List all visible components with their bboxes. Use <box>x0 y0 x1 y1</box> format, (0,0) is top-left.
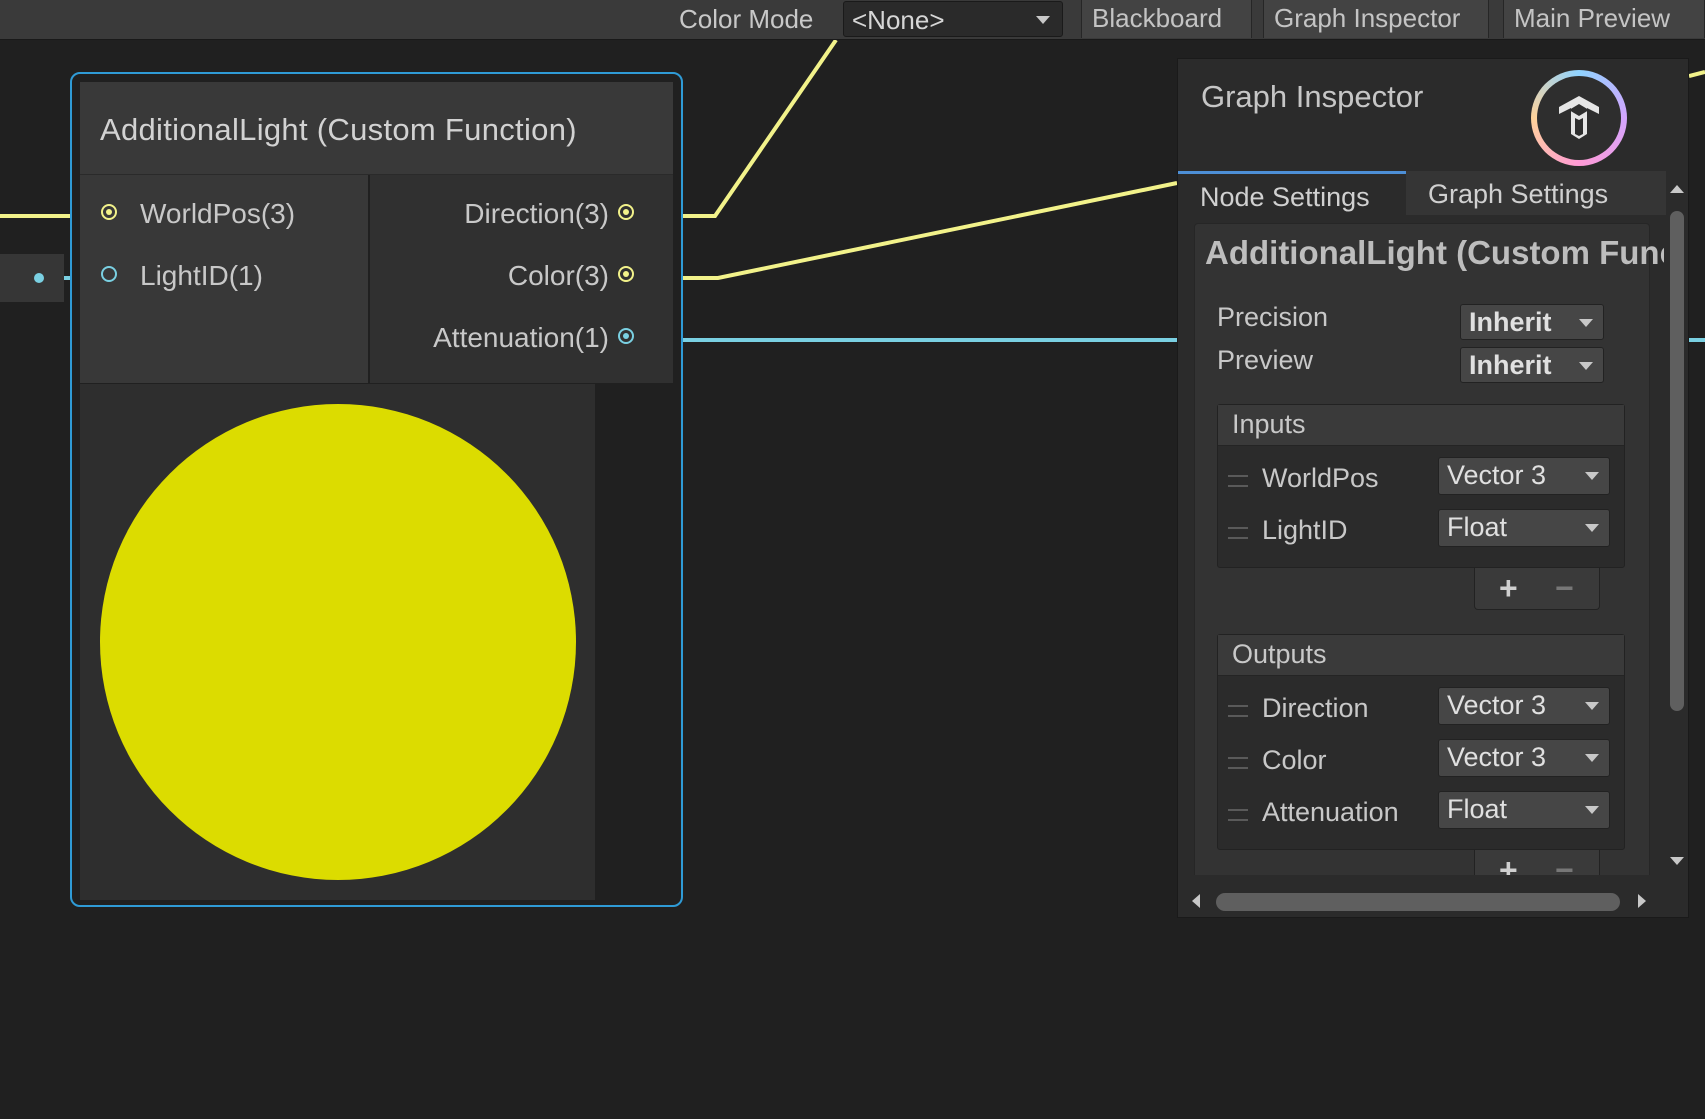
input-port-worldpos[interactable] <box>101 204 117 220</box>
input-name-lightid: LightID <box>1262 515 1348 545</box>
graph-toolbar: Color Mode <None> Blackboard Graph Inspe… <box>0 0 1705 40</box>
input-name-worldpos: WorldPos <box>1262 463 1379 493</box>
input-type-dropdown-lightid[interactable]: Float <box>1438 509 1610 547</box>
scroll-down-icon[interactable] <box>1670 857 1684 865</box>
node-preview <box>80 384 595 900</box>
wire-color-output[interactable] <box>663 181 1178 280</box>
precision-label: Precision <box>1217 302 1329 332</box>
output-name-direction: Direction <box>1262 693 1369 723</box>
output-port-dot[interactable] <box>34 273 44 283</box>
unity-logo-inner <box>1537 76 1621 160</box>
blackboard-button[interactable]: Blackboard <box>1081 0 1252 38</box>
chevron-down-icon <box>1579 362 1593 370</box>
outputs-list-title: Outputs <box>1232 639 1327 669</box>
output-port-color[interactable] <box>618 266 634 282</box>
drag-handle-icon[interactable] <box>1228 809 1248 821</box>
add-output-button[interactable]: + <box>1499 852 1518 875</box>
drag-handle-icon[interactable] <box>1228 705 1248 717</box>
chevron-down-icon <box>1585 524 1599 532</box>
preview-value: Inherit <box>1469 350 1552 380</box>
chevron-down-icon <box>1585 702 1599 710</box>
connected-input-node-stub[interactable] <box>0 254 64 302</box>
inspector-title: Graph Inspector <box>1201 79 1424 114</box>
horizontal-scrollbar[interactable] <box>1178 885 1664 917</box>
precision-value: Inherit <box>1469 307 1552 337</box>
drag-handle-icon[interactable] <box>1228 475 1248 487</box>
precision-dropdown[interactable]: Inherit <box>1460 304 1604 340</box>
remove-input-button[interactable]: − <box>1555 570 1574 607</box>
output-type-color: Vector 3 <box>1447 742 1547 772</box>
port-connected-dot <box>623 209 629 215</box>
output-label-attenuation: Attenuation(1) <box>433 322 609 353</box>
drag-handle-icon[interactable] <box>1228 527 1248 539</box>
offscreen-wires <box>1689 70 1705 342</box>
output-type-dropdown-direction[interactable]: Vector 3 <box>1438 687 1610 725</box>
output-type-attenuation: Float <box>1447 794 1508 824</box>
port-connected-dot <box>623 333 629 339</box>
output-name-color: Color <box>1262 745 1327 775</box>
inputs-list-header: Inputs <box>1218 405 1624 446</box>
tab-node-settings[interactable]: Node Settings <box>1178 171 1406 215</box>
output-name-attenuation: Attenuation <box>1262 797 1399 827</box>
graph-inspector-panel: Graph Inspector Node Settings Graph Sett… <box>1177 58 1689 918</box>
wire-offscreen-vector3[interactable] <box>1689 70 1705 78</box>
unity-logo-icon <box>1531 70 1627 166</box>
inputs-list: Inputs WorldPos Vector 3 LightID Float <box>1217 404 1625 568</box>
chevron-down-icon <box>1036 16 1050 24</box>
output-type-dropdown-color[interactable]: Vector 3 <box>1438 739 1610 777</box>
input-port-lightid[interactable] <box>101 266 117 282</box>
unity-mark-icon <box>1559 96 1599 139</box>
scroll-up-icon[interactable] <box>1670 185 1684 193</box>
inputs-list-title: Inputs <box>1232 409 1306 439</box>
add-input-button[interactable]: + <box>1499 570 1518 607</box>
output-label-direction: Direction(3) <box>464 198 609 229</box>
node-settings-card: AdditionalLight (Custom Function) Precis… <box>1194 223 1664 875</box>
horizontal-scroll-thumb[interactable] <box>1216 893 1620 911</box>
inspector-scroll-content: AdditionalLight (Custom Function) Precis… <box>1178 215 1664 875</box>
input-type-lightid: Float <box>1447 512 1508 542</box>
node-header[interactable]: AdditionalLight (Custom Function) <box>80 82 673 175</box>
custom-function-node[interactable]: AdditionalLight (Custom Function) WorldP… <box>70 72 683 907</box>
main-preview-button[interactable]: Main Preview <box>1503 0 1705 38</box>
output-port-direction[interactable] <box>618 204 634 220</box>
port-connected-dot <box>106 209 112 215</box>
chevron-down-icon <box>1585 472 1599 480</box>
outputs-footer-buttons: + − <box>1474 850 1600 875</box>
output-label-color: Color(3) <box>507 260 609 291</box>
vertical-scrollbar[interactable] <box>1666 171 1688 871</box>
output-type-dropdown-attenuation[interactable]: Float <box>1438 791 1610 829</box>
node-settings-title: AdditionalLight (Custom Function) <box>1205 234 1664 271</box>
tab-graph-settings[interactable]: Graph Settings <box>1406 171 1668 215</box>
inputs-footer-buttons: + − <box>1474 568 1600 610</box>
remove-output-button[interactable]: − <box>1555 852 1574 875</box>
vertical-scroll-thumb[interactable] <box>1670 211 1684 711</box>
chevron-down-icon <box>1585 806 1599 814</box>
node-output-ports: Direction(3) Color(3) Attenuation(1) <box>370 175 673 383</box>
wire-direction-output[interactable] <box>663 38 838 218</box>
output-port-attenuation[interactable] <box>618 328 634 344</box>
chevron-down-icon <box>1579 319 1593 327</box>
chevron-down-icon <box>1585 754 1599 762</box>
input-label-worldpos: WorldPos(3) <box>140 198 296 229</box>
outputs-list-header: Outputs <box>1218 635 1624 676</box>
outputs-list: Outputs Direction Vector 3 Color Vector … <box>1217 634 1625 850</box>
color-mode-value: <None> <box>852 5 945 35</box>
color-mode-label: Color Mode <box>679 4 814 34</box>
scroll-left-icon[interactable] <box>1192 894 1200 908</box>
graph-inspector-button[interactable]: Graph Inspector <box>1263 0 1489 38</box>
input-type-worldpos: Vector 3 <box>1447 460 1547 490</box>
preview-label: Preview <box>1217 345 1314 375</box>
input-type-dropdown-worldpos[interactable]: Vector 3 <box>1438 457 1610 495</box>
preview-sphere <box>100 404 576 880</box>
scroll-right-icon[interactable] <box>1638 894 1646 908</box>
preview-dropdown[interactable]: Inherit <box>1460 347 1604 383</box>
node-input-ports: WorldPos(3) LightID(1) <box>80 175 368 383</box>
color-mode-dropdown[interactable]: <None> <box>843 1 1063 37</box>
drag-handle-icon[interactable] <box>1228 757 1248 769</box>
node-title: AdditionalLight (Custom Function) <box>100 112 577 147</box>
output-type-direction: Vector 3 <box>1447 690 1547 720</box>
port-connected-dot <box>623 271 629 277</box>
input-label-lightid: LightID(1) <box>140 260 263 291</box>
